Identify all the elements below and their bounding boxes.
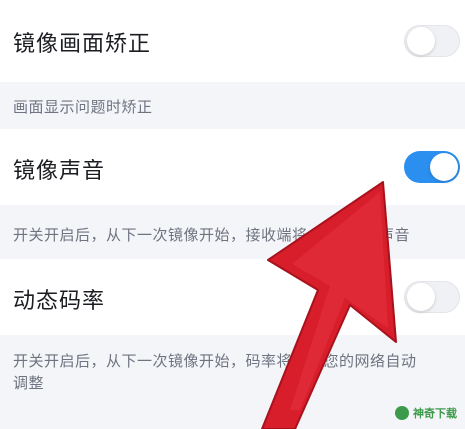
red-arrow-annotation xyxy=(261,181,397,429)
watermark: 神奇下载 xyxy=(395,405,457,421)
leaf-icon xyxy=(395,406,409,420)
watermark-text: 神奇下载 xyxy=(413,407,457,420)
